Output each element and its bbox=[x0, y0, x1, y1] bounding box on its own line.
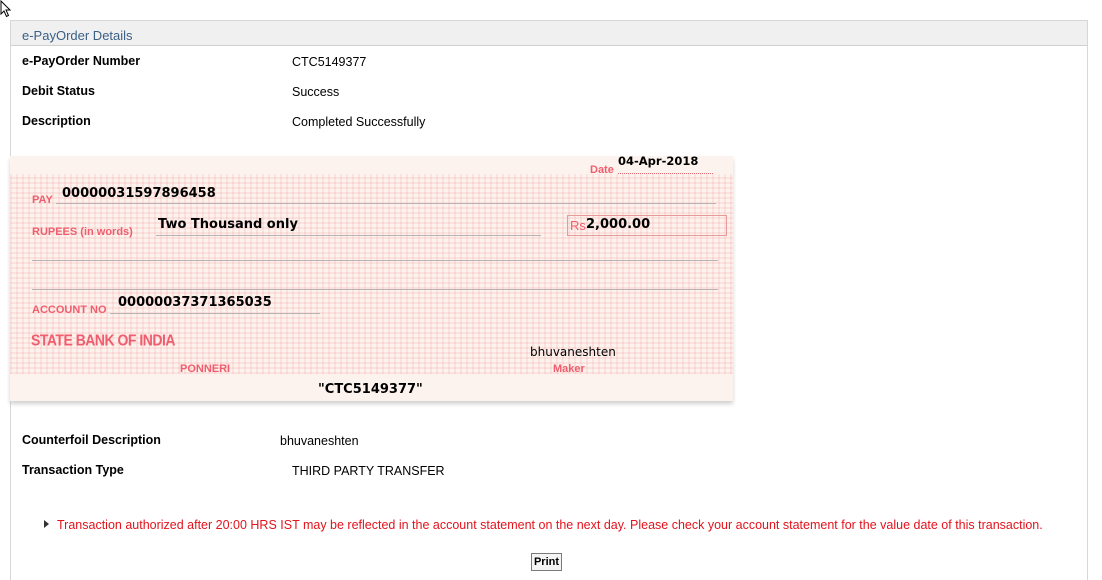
cheque-date: 04-Apr-2018 bbox=[618, 156, 699, 168]
transaction-type-label: Transaction Type bbox=[22, 463, 124, 477]
maker-label: Maker bbox=[553, 363, 585, 375]
transaction-type-value: THIRD PARTY TRANSFER bbox=[292, 464, 445, 478]
account-no-value: 00000037371365035 bbox=[118, 295, 272, 310]
transaction-note: Transaction authorized after 20:00 HRS I… bbox=[57, 518, 1043, 532]
maker-name: bhuvaneshten bbox=[530, 345, 616, 359]
account-line bbox=[110, 313, 320, 314]
description-value: Completed Successfully bbox=[292, 115, 426, 129]
cheque-image: Date 04-Apr-2018 PAY 00000031597896458 R… bbox=[10, 156, 733, 401]
panel-title: e-PayOrder Details bbox=[22, 28, 133, 43]
account-no-label: ACCOUNT NO bbox=[32, 304, 107, 316]
mouse-cursor-icon bbox=[0, 0, 12, 18]
print-button[interactable]: Print bbox=[531, 553, 562, 571]
pay-value: 00000031597896458 bbox=[62, 186, 216, 201]
counterfoil-description-label: Counterfoil Description bbox=[22, 433, 161, 447]
blank-line-1 bbox=[32, 260, 718, 261]
blank-line-2 bbox=[32, 289, 718, 290]
counterfoil-description-value: bhuvaneshten bbox=[280, 434, 359, 448]
panel-header: e-PayOrder Details bbox=[11, 21, 1087, 46]
rupees-label: RUPEES (in words) bbox=[32, 226, 133, 238]
rupee-symbol: Rs bbox=[570, 218, 586, 233]
bullet-arrow-icon bbox=[44, 520, 49, 528]
date-dotline bbox=[618, 173, 713, 174]
epayorder-number-label: e-PayOrder Number bbox=[22, 54, 141, 68]
date-label: Date bbox=[590, 164, 614, 176]
pay-label: PAY bbox=[32, 194, 53, 206]
rupees-value: Two Thousand only bbox=[158, 217, 298, 232]
debit-status-label: Debit Status bbox=[22, 84, 95, 98]
bank-name-logo: STATE BANK OF INDIA bbox=[31, 330, 175, 350]
epayorder-number-value: CTC5149377 bbox=[292, 55, 367, 69]
branch-name: PONNERI bbox=[180, 363, 231, 375]
pay-line bbox=[56, 203, 716, 204]
description-label: Description bbox=[22, 114, 91, 128]
amount-box: Rs 2,000.00 bbox=[567, 215, 727, 236]
amount-value: 2,000.00 bbox=[586, 217, 651, 232]
rupees-line bbox=[156, 235, 541, 236]
cheque-reference: "CTC5149377" bbox=[318, 382, 423, 397]
debit-status-value: Success bbox=[292, 85, 340, 99]
